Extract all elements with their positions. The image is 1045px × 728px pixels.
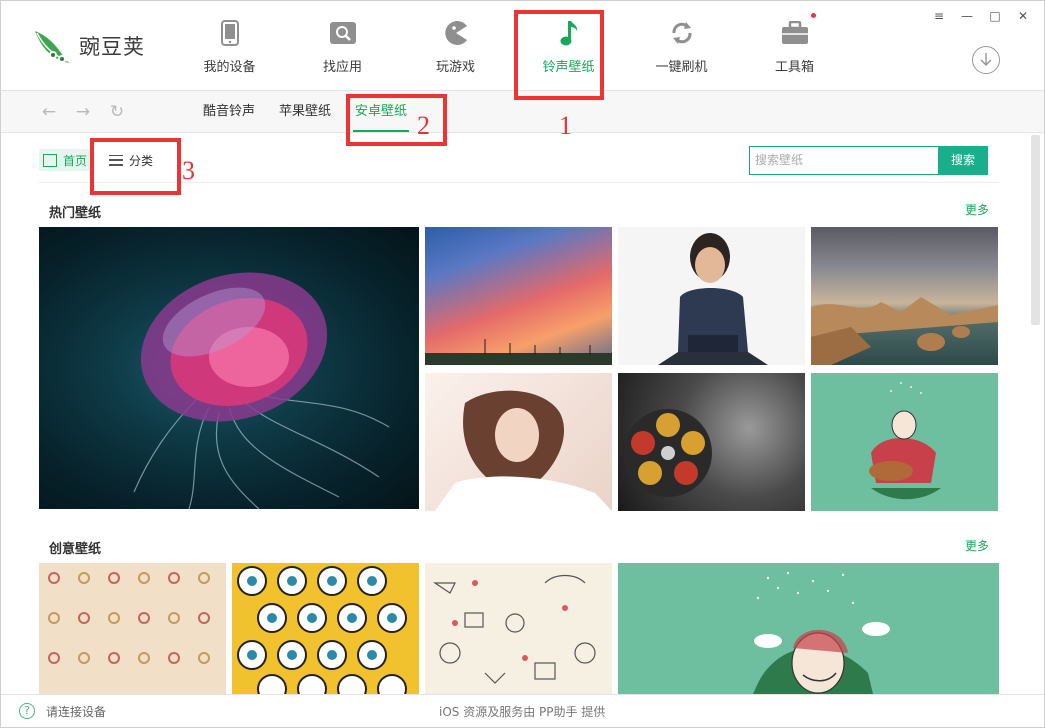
more-link-creative[interactable]: 更多 bbox=[965, 537, 989, 554]
scrollbar[interactable] bbox=[1031, 135, 1040, 325]
nav-label: 一键刷机 bbox=[655, 59, 708, 75]
pacman-icon bbox=[441, 18, 471, 48]
annotation-number-3: 3 bbox=[182, 156, 195, 185]
annotation-box-1 bbox=[514, 10, 604, 100]
nav-label: 找应用 bbox=[322, 59, 362, 75]
nav-one-click-flash[interactable]: 一键刷机 bbox=[625, 1, 738, 91]
download-manager-button[interactable] bbox=[972, 46, 1000, 74]
nav-label: 玩游戏 bbox=[435, 59, 475, 75]
home-label: 首页 bbox=[63, 153, 88, 168]
more-link-hot[interactable]: 更多 bbox=[965, 201, 989, 218]
refresh-icon bbox=[667, 18, 697, 48]
wallpaper-tile-revolver[interactable] bbox=[618, 373, 805, 511]
wallpaper-search-input[interactable]: 搜索壁纸 bbox=[749, 146, 939, 175]
wallpaper-tile-sunset[interactable] bbox=[425, 227, 612, 365]
main-content: 首页 分类 搜索壁纸 搜索 热门壁纸 更多 创意壁纸 更多 bbox=[1, 133, 1036, 694]
window-controls: ≡ — □ ✕ bbox=[932, 9, 1030, 23]
provider-credit: iOS 资源及服务由 PP助手 提供 bbox=[439, 705, 606, 719]
wallpaper-tile-jellyfish[interactable] bbox=[39, 227, 419, 509]
maximize-icon[interactable]: □ bbox=[988, 9, 1002, 23]
phone-icon bbox=[215, 18, 245, 48]
image-icon bbox=[43, 153, 57, 167]
annotation-number-2: 2 bbox=[417, 111, 430, 140]
minimize-icon[interactable]: — bbox=[960, 9, 974, 23]
search-app-icon bbox=[328, 18, 358, 48]
nav-toolbox[interactable]: 工具箱 bbox=[738, 1, 851, 91]
back-arrow-icon[interactable]: ← bbox=[39, 102, 59, 122]
pea-logo-icon bbox=[35, 31, 69, 63]
wallpaper-tile-man-illustration[interactable] bbox=[618, 563, 999, 694]
notification-dot bbox=[809, 11, 817, 19]
close-icon[interactable]: ✕ bbox=[1016, 9, 1030, 23]
download-icon bbox=[980, 53, 992, 67]
wallpaper-tile-coastline[interactable] bbox=[811, 227, 998, 365]
app-logo[interactable]: 豌豆荚 bbox=[31, 23, 181, 69]
annotation-box-2 bbox=[346, 94, 447, 146]
status-bar: ? 请连接设备 iOS 资源及服务由 PP助手 提供 bbox=[1, 694, 1044, 727]
tab-apple-wallpapers[interactable]: 苹果壁纸 bbox=[267, 91, 343, 133]
nav-label: 我的设备 bbox=[203, 59, 256, 75]
search-button[interactable]: 搜索 bbox=[938, 146, 988, 175]
wallpaper-tile-man-portrait[interactable] bbox=[618, 227, 805, 365]
toolbox-icon bbox=[780, 11, 817, 48]
wallpaper-tile-snowflake-pattern[interactable] bbox=[39, 563, 226, 694]
connection-status[interactable]: 请连接设备 bbox=[46, 703, 106, 720]
annotation-number-1: 1 bbox=[559, 111, 572, 140]
history-controls: ← → ↻ bbox=[39, 102, 127, 122]
nav-label: 工具箱 bbox=[774, 59, 814, 75]
section-title-hot: 热门壁纸 bbox=[49, 206, 102, 221]
help-icon[interactable]: ? bbox=[19, 703, 35, 719]
nav-find-app[interactable]: 找应用 bbox=[286, 1, 399, 91]
reload-icon[interactable]: ↻ bbox=[107, 102, 127, 122]
annotation-box-3 bbox=[90, 138, 181, 195]
app-name: 豌豆荚 bbox=[79, 35, 145, 59]
tab-cool-ringtones[interactable]: 酷音铃声 bbox=[191, 91, 267, 133]
forward-arrow-icon[interactable]: → bbox=[73, 102, 93, 122]
main-nav: 我的设备 找应用 玩游戏 铃声壁纸 一键刷机 工具箱 bbox=[173, 1, 851, 91]
wallpaper-tile-eyeball-pattern[interactable] bbox=[232, 563, 419, 694]
wallpaper-tile-girl-portrait[interactable] bbox=[425, 373, 612, 511]
wallpaper-tile-ukulele-illustration[interactable] bbox=[811, 373, 998, 511]
nav-my-device[interactable]: 我的设备 bbox=[173, 1, 286, 91]
nav-play-games[interactable]: 玩游戏 bbox=[399, 1, 512, 91]
wallpaper-tile-doodle-pattern[interactable] bbox=[425, 563, 612, 694]
section-title-creative: 创意壁纸 bbox=[49, 542, 102, 557]
app-window: 豌豆荚 我的设备 找应用 玩游戏 铃声壁纸 一键刷机 工具箱 ≡ — □ ✕ ←… bbox=[0, 0, 1045, 728]
tab-home[interactable]: 首页 bbox=[39, 149, 94, 171]
menu-icon[interactable]: ≡ bbox=[932, 9, 946, 23]
